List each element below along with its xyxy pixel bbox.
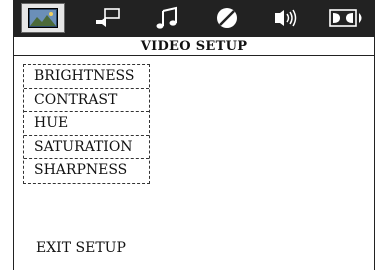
tab-display[interactable]: [205, 3, 249, 33]
tab-speaker-setup[interactable]: [85, 3, 129, 33]
video-setup-menu: BRIGHTNESS CONTRAST HUE SATURATION SHARP…: [23, 64, 150, 184]
menu-item-sharpness[interactable]: SHARPNESS: [24, 159, 149, 183]
setup-tab-bar: [13, 0, 375, 36]
tab-audio[interactable]: [145, 3, 189, 33]
menu-item-hue[interactable]: HUE: [24, 112, 149, 136]
sound-wave-icon: [275, 9, 297, 27]
menu-item-brightness[interactable]: BRIGHTNESS: [24, 65, 149, 89]
contrast-circle-icon: [217, 8, 237, 28]
music-note-icon: [156, 6, 177, 29]
menu-item-contrast[interactable]: CONTRAST: [24, 89, 149, 112]
tab-video[interactable]: [21, 3, 65, 33]
exit-setup-button[interactable]: EXIT SETUP: [36, 240, 126, 256]
page-title: VIDEO SETUP: [13, 36, 375, 56]
tab-sound-mode[interactable]: [265, 3, 309, 33]
speaker-icon: [96, 8, 120, 27]
tab-dolby[interactable]: [325, 3, 369, 33]
menu-item-saturation[interactable]: SATURATION: [24, 136, 149, 159]
dolby-icon: [329, 9, 362, 27]
picture-icon: [28, 8, 58, 28]
